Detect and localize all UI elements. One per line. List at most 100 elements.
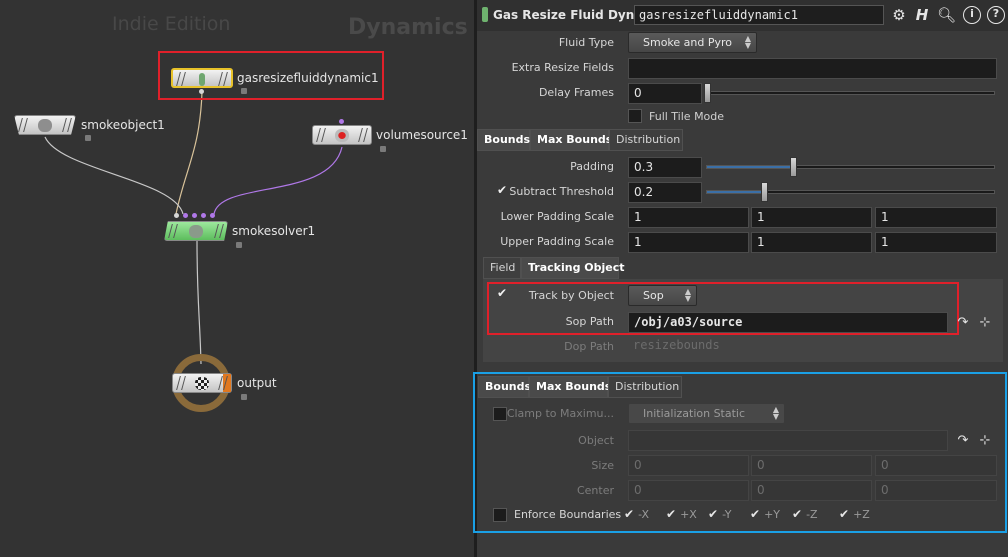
subtract-threshold-slider[interactable] xyxy=(706,190,995,194)
axis-neg-x[interactable]: ✔ -X xyxy=(624,507,649,521)
tab-bounds-2[interactable]: Bounds xyxy=(478,376,531,398)
check-icon: ✔ xyxy=(839,507,850,521)
padding-slider[interactable] xyxy=(706,165,995,169)
axis-pos-x[interactable]: ✔ +X xyxy=(666,507,697,521)
tab-distribution[interactable]: Distribution xyxy=(609,129,683,151)
row-object: Object ↷ ⊹ xyxy=(477,429,1008,454)
dop-path-input[interactable]: resizebounds xyxy=(628,336,997,357)
tab-field[interactable]: Field xyxy=(483,257,521,279)
object-input[interactable] xyxy=(628,430,948,451)
clamp-label: Clamp to Maximu... xyxy=(506,407,614,420)
lock-icon xyxy=(241,394,247,400)
node-name-field[interactable]: gasresizefluiddynamic1 xyxy=(634,5,884,25)
enforce-boundaries-checkbox[interactable] xyxy=(493,508,507,522)
input-port[interactable] xyxy=(192,213,197,218)
tabbar-field: Field Tracking Object xyxy=(483,257,1003,279)
node-label-output: output xyxy=(237,376,277,390)
tabbar-bounds-2: Bounds Max Bounds Distribution xyxy=(478,376,1005,398)
row-upper-padding-scale: Upper Padding Scale 1 1 1 xyxy=(477,230,1008,255)
gear-icon[interactable]: ⚙ xyxy=(890,6,908,24)
parameter-pane: Gas Resize Fluid Dynamic gasresizefluidd… xyxy=(473,0,1008,557)
clamp-checkbox[interactable] xyxy=(493,407,507,421)
tab-distribution-2[interactable]: Distribution xyxy=(608,376,682,398)
lower-padding-scale-y[interactable]: 1 xyxy=(751,207,872,228)
row-lower-padding-scale: Lower Padding Scale 1 1 1 xyxy=(477,205,1008,230)
full-tile-mode-checkbox[interactable] xyxy=(628,109,642,123)
axis-pos-z[interactable]: ✔ +Z xyxy=(839,507,870,521)
upper-padding-scale-label: Upper Padding Scale xyxy=(500,235,614,248)
center-z[interactable]: 0 xyxy=(875,480,997,501)
jump-arrow-icon[interactable]: ↷ xyxy=(955,316,971,330)
tab-max-bounds[interactable]: Max Bounds xyxy=(530,129,612,151)
row-clamp: Clamp to Maximu... Initialization Static… xyxy=(477,402,1008,427)
axis-pos-y[interactable]: ✔ +Y xyxy=(750,507,780,521)
padding-label: Padding xyxy=(570,160,614,173)
track-by-object-dropdown[interactable]: Sop ▲ ▼ xyxy=(628,285,697,306)
node-gasresizefluiddynamic[interactable] xyxy=(171,68,233,88)
checker-flag-icon xyxy=(195,377,209,390)
display-flag[interactable] xyxy=(223,374,231,392)
tab-bounds[interactable]: Bounds xyxy=(477,129,530,151)
fluid-type-label: Fluid Type xyxy=(558,36,614,49)
check-icon: ✔ xyxy=(624,507,635,521)
size-x[interactable]: 0 xyxy=(628,455,749,476)
input-port[interactable] xyxy=(339,119,344,124)
delay-frames-slider[interactable] xyxy=(706,91,995,95)
delay-frames-slider-handle[interactable] xyxy=(704,83,711,103)
node-output[interactable] xyxy=(172,373,232,393)
padding-input[interactable]: 0.3 xyxy=(628,157,702,178)
jump-arrow-icon[interactable]: ↷ xyxy=(955,434,971,448)
delay-frames-label: Delay Frames xyxy=(538,86,614,99)
size-z[interactable]: 0 xyxy=(875,455,997,476)
input-port[interactable] xyxy=(210,213,215,218)
help-h-icon[interactable]: H xyxy=(913,6,931,24)
tab-max-bounds-2[interactable]: Max Bounds xyxy=(529,376,611,398)
padding-slider-handle[interactable] xyxy=(790,157,797,177)
output-port[interactable] xyxy=(199,89,204,94)
axis-neg-y[interactable]: ✔ -Y xyxy=(708,507,731,521)
row-size: Size 0 0 0 xyxy=(477,454,1008,479)
node-smokeobject[interactable] xyxy=(14,115,76,135)
delay-frames-input[interactable]: 0 xyxy=(628,83,702,104)
center-x[interactable]: 0 xyxy=(628,480,749,501)
size-y[interactable]: 0 xyxy=(751,455,872,476)
lower-padding-scale-x[interactable]: 1 xyxy=(628,207,749,228)
upper-padding-scale-z[interactable]: 1 xyxy=(875,232,997,253)
axis-neg-z[interactable]: ✔ -Z xyxy=(792,507,818,521)
fluid-type-dropdown[interactable]: Smoke and Pyro ▲ ▼ xyxy=(628,32,757,53)
node-label-volumesource: volumesource1 xyxy=(376,128,468,142)
node-label-smokeobject: smokeobject1 xyxy=(81,118,165,132)
clamp-dropdown[interactable]: Initialization Static ▲ ▼ xyxy=(628,403,785,424)
subtract-threshold-input[interactable]: 0.2 xyxy=(628,182,702,203)
node-chooser-icon[interactable]: ⊹ xyxy=(977,434,993,448)
center-label: Center xyxy=(576,484,614,497)
track-by-object-value: Sop xyxy=(643,289,664,302)
sop-path-input[interactable]: /obj/a03/source xyxy=(628,312,948,333)
input-port[interactable] xyxy=(174,213,179,218)
dop-path-label: Dop Path xyxy=(564,340,614,353)
lower-padding-scale-z[interactable]: 1 xyxy=(875,207,997,228)
input-port[interactable] xyxy=(183,213,188,218)
node-chooser-icon[interactable]: ⊹ xyxy=(977,316,993,330)
node-smokesolver[interactable] xyxy=(164,221,228,241)
row-subtract-threshold: ✔ Subtract Threshold 0.2 xyxy=(477,180,1008,205)
center-y[interactable]: 0 xyxy=(751,480,872,501)
tab-tracking-object[interactable]: Tracking Object xyxy=(521,257,625,279)
object-label: Object xyxy=(578,434,614,447)
network-editor[interactable]: Indie Edition Dynamics gasresizefluiddyn… xyxy=(0,0,474,557)
row-extra-resize-fields: Extra Resize Fields xyxy=(477,56,1008,81)
subtract-threshold-checkbox[interactable]: ✔ xyxy=(495,184,509,199)
axis-label: +X xyxy=(680,508,697,521)
subtract-threshold-slider-handle[interactable] xyxy=(761,182,768,202)
lock-icon xyxy=(380,146,386,152)
smoke-cloud-icon xyxy=(38,119,52,132)
upper-padding-scale-x[interactable]: 1 xyxy=(628,232,749,253)
extra-resize-fields-input[interactable] xyxy=(628,58,997,79)
question-icon[interactable]: ? xyxy=(987,6,1005,24)
info-icon[interactable]: i xyxy=(963,6,981,24)
track-by-object-checkbox[interactable]: ✔ xyxy=(495,287,509,302)
search-icon[interactable]: 🔍︎ xyxy=(937,6,956,24)
upper-padding-scale-y[interactable]: 1 xyxy=(751,232,872,253)
node-volumesource[interactable] xyxy=(312,125,372,145)
input-port[interactable] xyxy=(201,213,206,218)
